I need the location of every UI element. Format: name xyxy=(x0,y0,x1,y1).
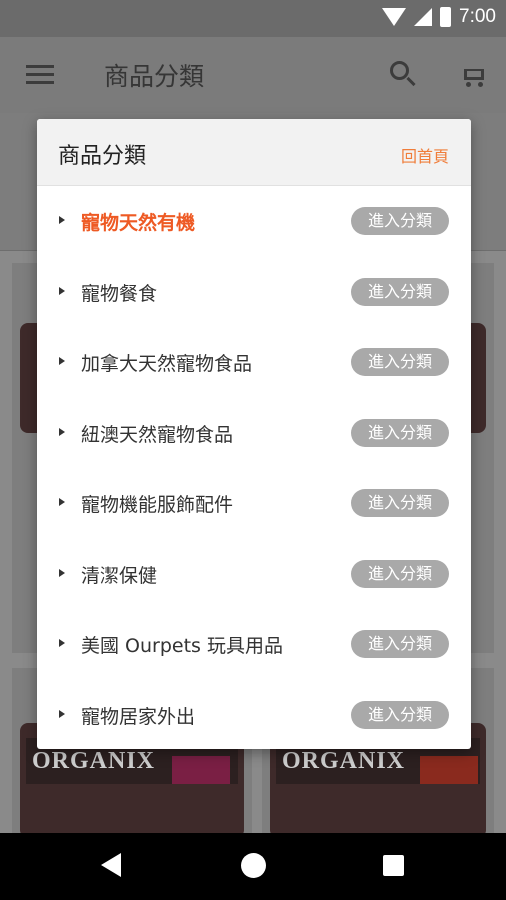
enter-category-button[interactable]: 進入分類 xyxy=(351,277,449,306)
bullet-arrow-icon xyxy=(59,498,65,506)
enter-category-button[interactable]: 進入分類 xyxy=(351,559,449,588)
product-brand: ORGANIX xyxy=(282,748,406,774)
enter-category-button[interactable]: 進入分類 xyxy=(351,348,449,376)
category-item[interactable]: 寵物餐食 進入分類 xyxy=(37,257,471,328)
category-dialog: 商品分類 回首頁 寵物天然有機 進入分類 寵物餐食 進入分類 加拿大天然寵物食品… xyxy=(37,119,471,749)
search-icon[interactable] xyxy=(390,61,418,89)
category-label[interactable]: 寵物餐食 xyxy=(81,279,157,306)
category-item[interactable]: 加拿大天然寵物食品 進入分類 xyxy=(37,327,471,398)
status-icons: 7:00 xyxy=(382,6,496,28)
app-title: 商品分類 xyxy=(104,62,205,91)
category-label[interactable]: 加拿大天然寵物食品 xyxy=(81,349,252,376)
category-item[interactable]: 清潔保健 進入分類 xyxy=(37,539,471,610)
bullet-arrow-icon xyxy=(59,357,65,365)
category-item[interactable]: 寵物居家外出 進入分類 xyxy=(37,680,471,750)
battery-icon xyxy=(440,7,452,27)
bullet-arrow-icon xyxy=(59,709,65,718)
enter-category-button[interactable]: 進入分類 xyxy=(351,630,449,658)
app-bar: 商品分類 xyxy=(0,37,506,113)
product-brand: ORGANIX xyxy=(32,748,156,774)
wifi-icon xyxy=(382,8,407,26)
category-item[interactable]: 寵物機能服飾配件 進入分類 xyxy=(37,468,471,539)
category-item[interactable]: 美國 Ourpets 玩具用品 進入分類 xyxy=(37,609,471,680)
back-to-home-link[interactable]: 回首頁 xyxy=(401,143,449,167)
category-label[interactable]: 美國 Ourpets 玩具用品 xyxy=(81,631,283,658)
bullet-arrow-icon xyxy=(59,568,65,577)
bullet-arrow-icon xyxy=(59,427,65,436)
back-icon[interactable] xyxy=(101,853,121,877)
enter-category-button[interactable]: 進入分類 xyxy=(351,700,449,729)
dialog-title: 商品分類 xyxy=(58,144,147,169)
category-item[interactable]: 紐澳天然寵物食品 進入分類 xyxy=(37,398,471,469)
status-bar: 7:00 xyxy=(0,0,506,37)
dialog-header: 商品分類 回首頁 xyxy=(37,119,471,186)
cart-icon[interactable] xyxy=(460,63,488,89)
home-icon[interactable] xyxy=(241,853,266,878)
enter-category-button[interactable]: 進入分類 xyxy=(351,489,449,517)
category-label[interactable]: 紐澳天然寵物食品 xyxy=(81,420,233,447)
category-label[interactable]: 寵物居家外出 xyxy=(81,702,195,729)
signal-icon xyxy=(414,8,433,26)
enter-category-button[interactable]: 進入分類 xyxy=(351,207,449,235)
category-label[interactable]: 清潔保健 xyxy=(81,561,157,588)
bullet-arrow-icon xyxy=(59,286,65,295)
enter-category-button[interactable]: 進入分類 xyxy=(351,418,449,447)
bullet-arrow-icon xyxy=(59,639,65,647)
category-list: 寵物天然有機 進入分類 寵物餐食 進入分類 加拿大天然寵物食品 進入分類 紐澳天… xyxy=(37,186,471,749)
menu-icon[interactable] xyxy=(26,65,54,85)
recents-icon[interactable] xyxy=(383,855,404,876)
category-label[interactable]: 寵物天然有機 xyxy=(81,208,195,235)
category-label[interactable]: 寵物機能服飾配件 xyxy=(81,490,233,517)
bullet-arrow-icon xyxy=(59,216,65,224)
category-item[interactable]: 寵物天然有機 進入分類 xyxy=(37,186,471,257)
status-time: 7:00 xyxy=(459,6,496,27)
system-nav-bar xyxy=(0,833,506,900)
